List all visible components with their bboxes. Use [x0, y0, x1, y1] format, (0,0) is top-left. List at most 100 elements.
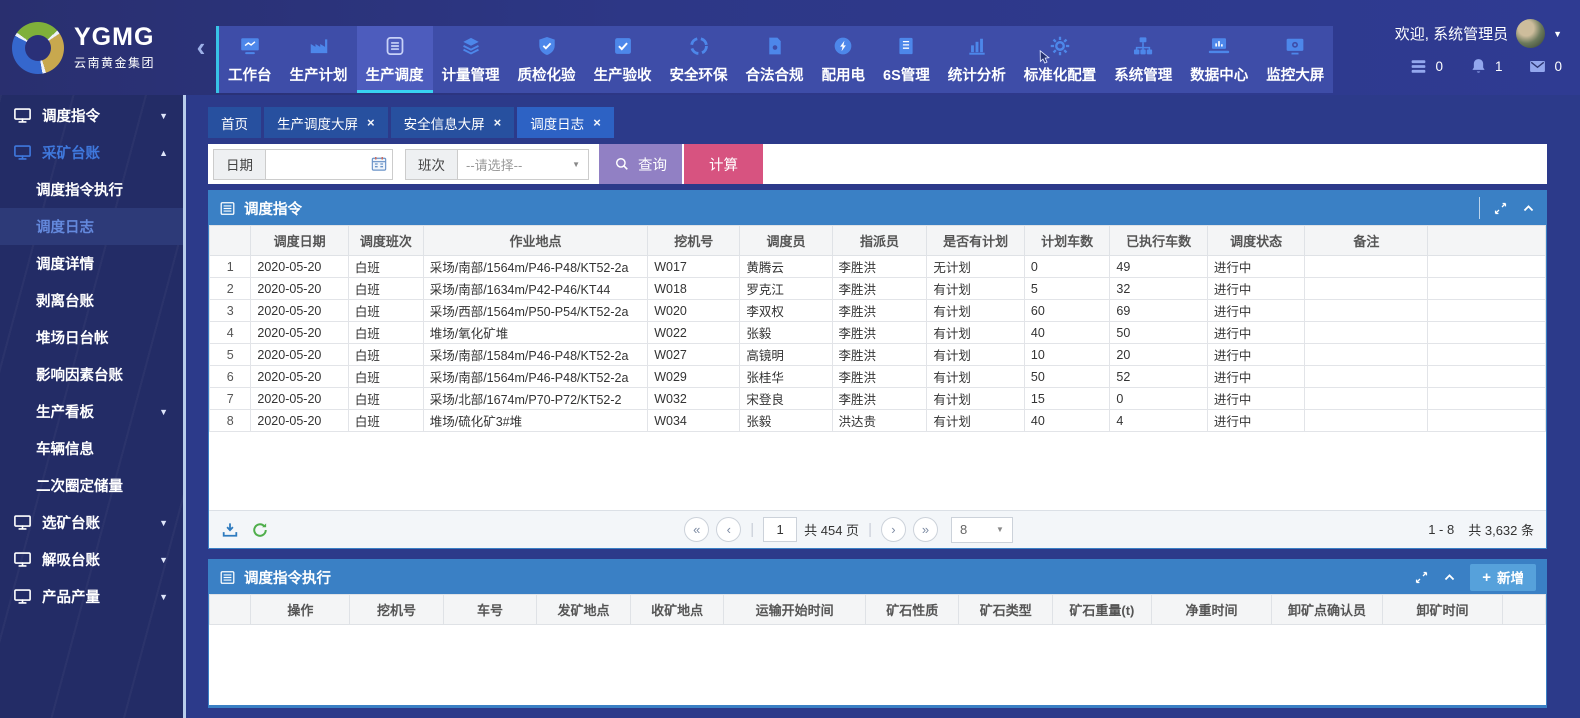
prev-page-button[interactable]: ‹ [716, 517, 741, 542]
table-row[interactable]: 82020-05-20白班堆场/硫化矿3#堆W034张毅洪达贵有计划404进行中 [210, 410, 1546, 432]
next-page-button[interactable]: › [881, 517, 906, 542]
tab-close-icon[interactable]: × [593, 116, 601, 129]
expand-icon[interactable] [1493, 201, 1508, 216]
sidebar-item-stripping-ledger[interactable]: 剥离台账 [0, 282, 183, 319]
cell: 无计划 [927, 256, 1025, 278]
cell: 20 [1110, 344, 1208, 366]
table-row[interactable]: 52020-05-20白班采场/南部/1584m/P46-P48/KT52-2a… [210, 344, 1546, 366]
column-header: 作业地点 [423, 226, 647, 256]
sidebar-collapse-button[interactable]: ‹ [186, 0, 216, 95]
tab-production-dispatch-screen[interactable]: 生产调度大屏× [264, 107, 388, 138]
cell: 15 [1024, 388, 1110, 410]
refresh-icon[interactable] [251, 521, 269, 539]
tasks-badge[interactable]: 0 [1409, 57, 1443, 76]
cell [1428, 410, 1546, 432]
table-row[interactable]: 22020-05-20白班采场/南部/1634m/P42-P46/KT44W01… [210, 278, 1546, 300]
column-header [210, 595, 251, 625]
page-input[interactable] [763, 517, 797, 542]
cell: W017 [648, 256, 740, 278]
expand-icon[interactable] [1414, 570, 1429, 585]
notifications-badge[interactable]: 1 [1469, 57, 1503, 76]
table-row[interactable]: 12020-05-20白班采场/南部/1564m/P46-P48/KT52-2a… [210, 256, 1546, 278]
factory-icon [308, 35, 330, 57]
table-row[interactable]: 62020-05-20白班采场/南部/1564m/P46-P48/KT52-2a… [210, 366, 1546, 388]
sidebar-item-product-output[interactable]: 产品产量▼ [0, 578, 183, 615]
shift-select[interactable]: --请选择-- ▼ [457, 149, 589, 180]
cell: 10 [1024, 344, 1110, 366]
download-icon[interactable] [221, 521, 239, 539]
sidebar-item-impact-factor-ledger[interactable]: 影响因素台账 [0, 356, 183, 393]
sidebar-item-label: 产品产量 [42, 586, 100, 607]
tab-dispatch-log[interactable]: 调度日志× [517, 107, 614, 138]
nav-item-label: 数据中心 [1190, 64, 1248, 85]
last-page-button[interactable]: » [913, 517, 938, 542]
nav-item-power-distribution[interactable]: 配用电 [813, 26, 875, 93]
column-header: 备注 [1305, 226, 1428, 256]
row-number-cell: 4 [210, 322, 251, 344]
column-header [1503, 595, 1546, 625]
cell: 李胜洪 [832, 256, 927, 278]
plus-icon: + [1482, 570, 1491, 585]
nav-item-system-mgmt[interactable]: 系统管理 [1105, 26, 1181, 93]
nav-item-metering-mgmt[interactable]: 计量管理 [433, 26, 509, 93]
page-size-select[interactable]: 8 ▼ [951, 517, 1013, 543]
cell: 进行中 [1207, 388, 1305, 410]
total-pages-label: 共 454 页 [804, 520, 859, 539]
chevron-down-icon[interactable]: ▼ [1553, 29, 1562, 39]
cell: 有计划 [927, 278, 1025, 300]
sidebar-item-label: 采矿台账 [42, 142, 100, 163]
tab-close-icon[interactable]: × [494, 116, 502, 129]
nav-item-production-dispatch[interactable]: 生产调度 [357, 26, 433, 93]
column-header: 矿石重量(t) [1052, 595, 1151, 625]
nav-item-standard-config[interactable]: 标准化配置 [1015, 26, 1106, 93]
search-button[interactable]: 查询 [599, 144, 682, 184]
sidebar-item-label: 车辆信息 [36, 438, 94, 459]
date-input[interactable] [265, 149, 393, 180]
nav-item-statistics-analysis[interactable]: 统计分析 [939, 26, 1015, 93]
table-row[interactable]: 32020-05-20白班采场/西部/1564m/P50-P54/KT52-2a… [210, 300, 1546, 322]
sidebar-item-secondary-delineation-reserve[interactable]: 二次圈定储量 [0, 467, 183, 504]
first-page-button[interactable]: « [684, 517, 709, 542]
sidebar-item-vehicle-info[interactable]: 车辆信息 [0, 430, 183, 467]
nav-item-data-center[interactable]: 数据中心 [1181, 26, 1257, 93]
nav-item-six-s-mgmt[interactable]: 6S管理 [874, 26, 939, 93]
cell: 洪达贵 [832, 410, 927, 432]
cell: 白班 [348, 278, 423, 300]
sidebar-item-mining-ledger[interactable]: 采矿台账▲ [0, 134, 183, 171]
nav-item-production-acceptance[interactable]: 生产验收 [585, 26, 661, 93]
nav-item-production-plan[interactable]: 生产计划 [281, 26, 357, 93]
calendar-icon[interactable] [370, 155, 388, 173]
sidebar-item-desorption-ledger[interactable]: 解吸台账▼ [0, 541, 183, 578]
nav-item-workbench[interactable]: 工作台 [219, 26, 281, 93]
sidebar-item-dispatch-log[interactable]: 调度日志 [0, 208, 183, 245]
sidebar-item-dispatch-detail[interactable]: 调度详情 [0, 245, 183, 282]
nav-item-quality-inspection[interactable]: 质检化验 [509, 26, 585, 93]
collapse-panel-icon[interactable] [1521, 201, 1536, 216]
sidebar-item-stockyard-daily-ledger[interactable]: 堆场日台帐 [0, 319, 183, 356]
table-row[interactable]: 72020-05-20白班采场/北部/1674m/P70-P72/KT52-2W… [210, 388, 1546, 410]
cell: 李胜洪 [832, 366, 927, 388]
calculate-button[interactable]: 计算 [684, 144, 763, 184]
nav-item-compliance[interactable]: 合法合规 [737, 26, 813, 93]
tab-close-icon[interactable]: × [367, 116, 375, 129]
sidebar-item-dispatch-command[interactable]: 调度指令▼ [0, 97, 183, 134]
page-size-value: 8 [960, 522, 967, 537]
table-row[interactable]: 42020-05-20白班堆场/氧化矿堆W022张毅李胜洪有计划4050进行中 [210, 322, 1546, 344]
nav-item-safety-environment[interactable]: 安全环保 [661, 26, 737, 93]
column-header: 运输开始时间 [724, 595, 866, 625]
monitor-icon [13, 550, 32, 569]
sidebar-item-production-board[interactable]: 生产看板▼ [0, 393, 183, 430]
add-button[interactable]: + 新增 [1470, 564, 1536, 591]
avatar[interactable] [1516, 19, 1545, 48]
tab-safety-info-screen[interactable]: 安全信息大屏× [391, 107, 515, 138]
screen-icon [1284, 35, 1306, 57]
nav-item-monitor-screen[interactable]: 监控大屏 [1257, 26, 1333, 93]
cell: 张毅 [740, 410, 832, 432]
sidebar-item-dispatch-command-exec[interactable]: 调度指令执行 [0, 171, 183, 208]
collapse-panel-icon[interactable] [1442, 570, 1457, 585]
messages-badge[interactable]: 0 [1528, 57, 1562, 76]
sidebar-item-beneficiation-ledger[interactable]: 选矿台账▼ [0, 504, 183, 541]
tab-home[interactable]: 首页 [208, 107, 261, 138]
cell: 60 [1024, 300, 1110, 322]
separator: | [868, 521, 872, 538]
